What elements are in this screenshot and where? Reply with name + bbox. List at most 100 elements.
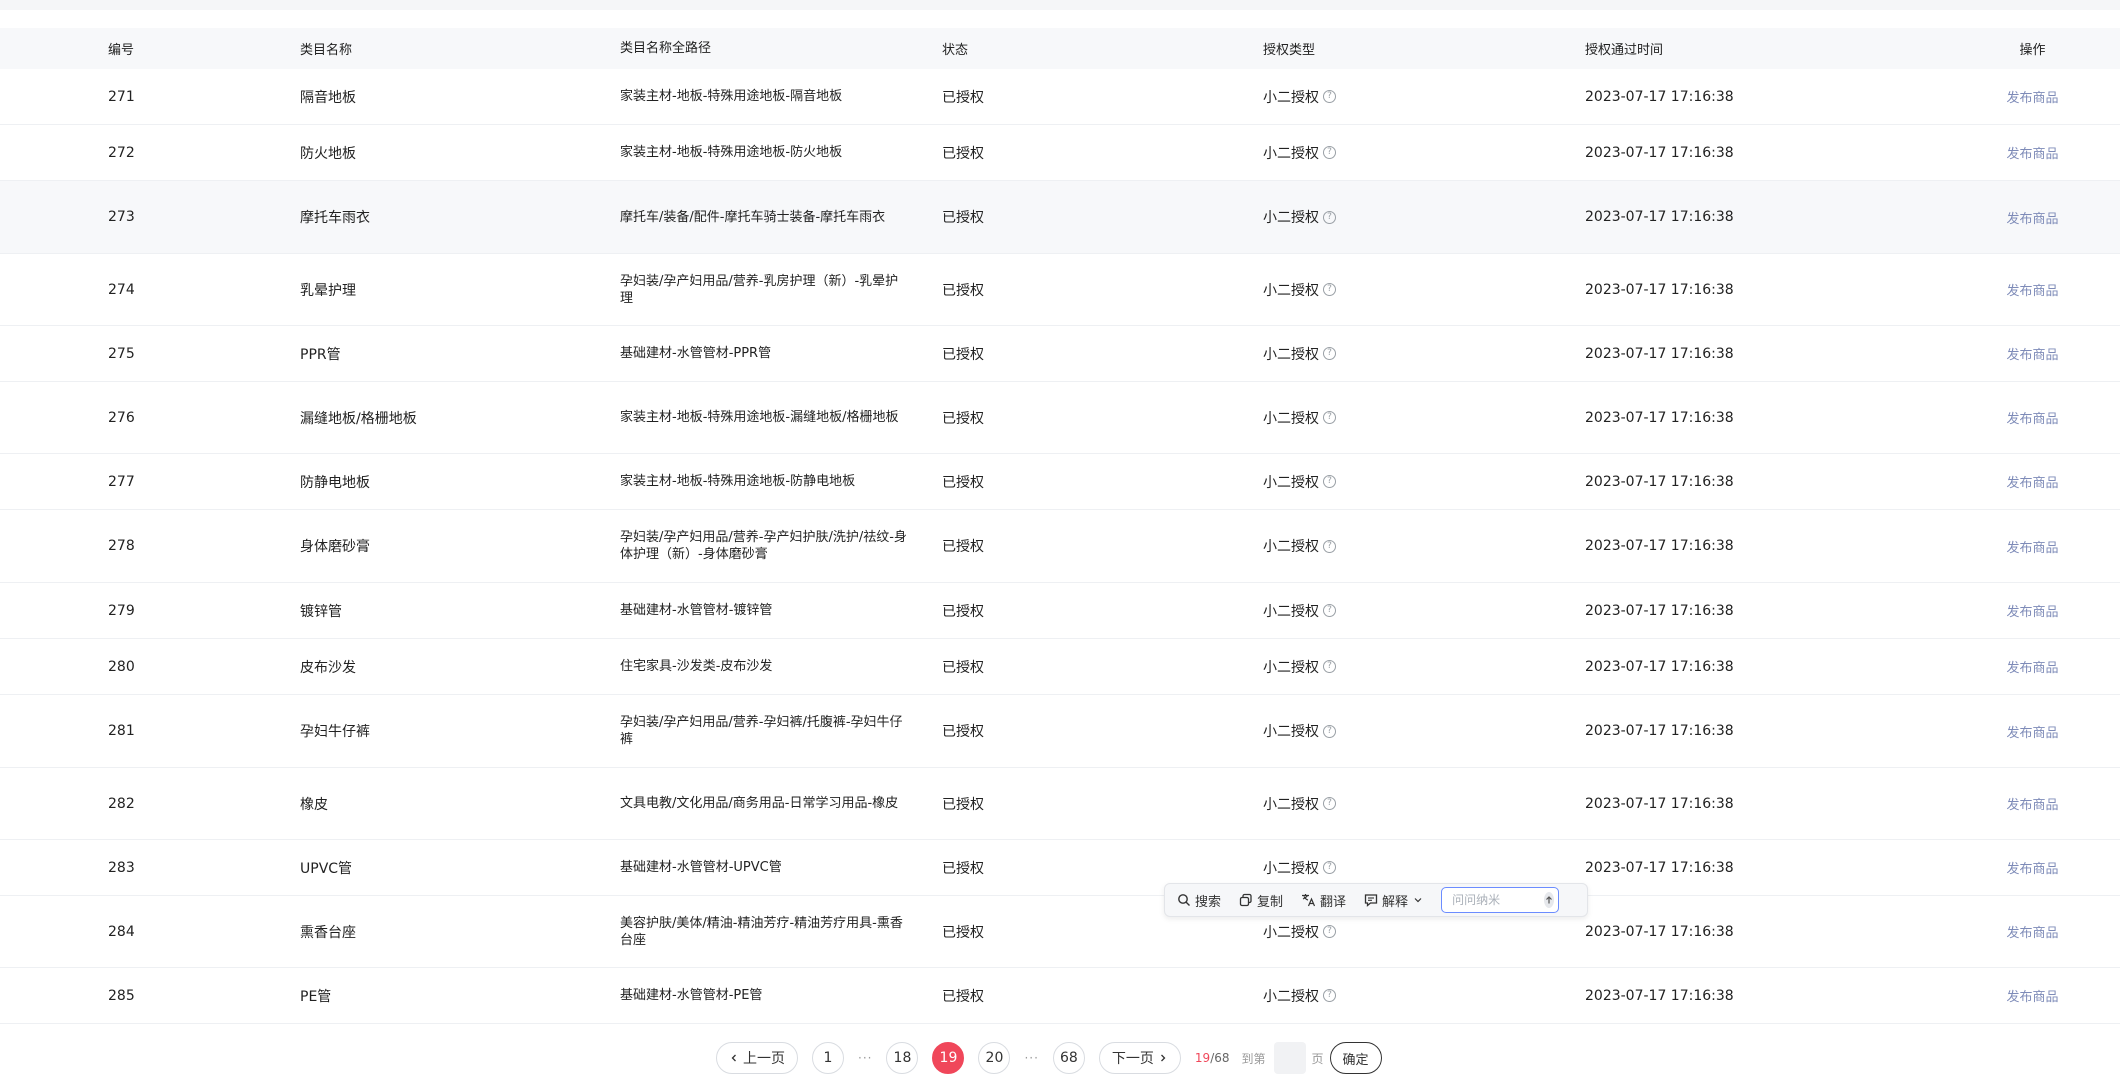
toolbar-copy-label: 复制 [1257,894,1284,910]
help-icon[interactable]: ? [1323,604,1336,617]
cell-id: 276 [108,409,135,426]
cell-auth-time: 2023-07-17 17:16:38 [1585,658,1734,675]
cell-id: 282 [108,795,135,812]
toolbar-explain-button[interactable]: 解释 [1364,891,1427,910]
page-button-68[interactable]: 68 [1052,1042,1085,1074]
cell-auth-type: 小二授权? [1263,601,1585,621]
cell-status: 已授权 [942,89,984,106]
next-page-button[interactable]: 下一页 [1098,1042,1181,1074]
help-icon[interactable]: ? [1323,989,1336,1002]
publish-product-link[interactable]: 发布商品 [2006,476,2058,491]
total-pages: 68 [1214,1051,1230,1065]
toolbar-translate-button[interactable]: 翻译 [1301,891,1346,910]
cell-id: 284 [108,923,135,940]
auth-type-label: 小二授权 [1263,282,1319,299]
cell-id: 275 [108,345,135,362]
page-button-19[interactable]: 19 [932,1042,965,1074]
cell-auth-type: 小二授权? [1263,408,1585,428]
toolbar-explain-label: 解释 [1382,894,1409,910]
cell-op: 发布商品 [1945,344,2120,363]
help-icon[interactable]: ? [1323,411,1336,424]
cell-path: 家装主材-地板-特殊用途地板-防火地板 [620,145,843,160]
cell-op: 发布商品 [1945,280,2120,299]
cell-path: 家装主材-地板-特殊用途地板-防静电地板 [620,474,856,489]
help-icon[interactable]: ? [1323,146,1336,159]
cell-id: 274 [108,281,135,298]
table-row: 285 PE管 基础建材-水管管材-PE管 已授权 小二授权? 2023-07-17 17… [0,968,2120,1024]
toolbar-translate-label: 翻译 [1320,894,1347,910]
help-icon[interactable]: ? [1323,347,1336,360]
auth-type-label: 小二授权 [1263,210,1319,226]
publish-product-link[interactable]: 发布商品 [2006,726,2058,741]
header-op: 操作 [2019,43,2046,58]
publish-product-link[interactable]: 发布商品 [2006,862,2058,877]
pagination: 上一页 1 ··· 18 19 20 ··· 68 下一页 19/68 到第 页… [716,1042,1382,1074]
auth-type-label: 小二授权 [1263,860,1319,877]
page-button-1[interactable]: 1 [812,1042,844,1074]
publish-product-link[interactable]: 发布商品 [2006,541,2058,556]
cell-auth-type: 小二授权? [1263,472,1585,492]
help-icon[interactable]: ? [1323,724,1336,738]
cell-name: 皮布沙发 [300,659,356,676]
goto-page-input[interactable] [1273,1042,1306,1074]
page-button-18[interactable]: 18 [886,1042,919,1074]
cell-auth-time: 2023-07-17 17:16:38 [1585,144,1734,161]
cell-name: 漏缝地板/格栅地板 [300,410,417,427]
toolbar-search-button[interactable]: 搜索 [1177,891,1221,910]
help-icon[interactable]: ? [1323,539,1336,553]
prev-page-button[interactable]: 上一页 [716,1042,798,1074]
publish-product-link[interactable]: 发布商品 [2006,990,2058,1005]
table-row: 276 漏缝地板/格栅地板 家装主材-地板-特殊用途地板-漏缝地板/格栅地板 已授权 小… [0,382,2120,454]
publish-product-link[interactable]: 发布商品 [2006,412,2058,427]
help-icon[interactable]: ? [1323,861,1336,874]
toolbar-copy-button[interactable]: 复制 [1239,891,1283,910]
publish-product-link[interactable]: 发布商品 [2006,798,2058,813]
cell-op: 发布商品 [1945,986,2120,1005]
auth-type-label: 小二授权 [1263,89,1319,106]
publish-product-link[interactable]: 发布商品 [2006,91,2058,106]
cell-name: UPVC管 [300,860,353,877]
auth-type-label: 小二授权 [1263,539,1319,555]
publish-product-link[interactable]: 发布商品 [2006,212,2058,227]
help-icon[interactable]: ? [1323,210,1336,224]
ask-input-wrapper [1441,887,1560,913]
help-icon[interactable]: ? [1323,797,1336,810]
help-icon[interactable]: ? [1323,90,1336,103]
cell-auth-time: 2023-07-17 17:16:38 [1585,538,1734,554]
cell-status: 已授权 [942,210,984,226]
cell-id: 279 [108,602,135,619]
send-icon[interactable] [1544,892,1555,908]
confirm-button[interactable]: 确定 [1329,1042,1382,1074]
page-button-20[interactable]: 20 [978,1042,1011,1074]
help-icon[interactable]: ? [1323,660,1336,673]
auth-type-label: 小二授权 [1263,988,1319,1005]
publish-product-link[interactable]: 发布商品 [2006,661,2058,676]
cell-auth-time: 2023-07-17 17:16:38 [1585,859,1734,876]
publish-product-link[interactable]: 发布商品 [2006,284,2058,299]
cell-auth-time: 2023-07-17 17:16:38 [1585,409,1734,426]
help-icon[interactable]: ? [1323,475,1336,488]
auth-type-label: 小二授权 [1263,724,1319,740]
cell-path: 孕妇装/孕产妇用品/营养-孕产妇护肤/洗护/祛纹-身体护理（新）-身体磨砂膏 [620,530,907,562]
help-icon[interactable]: ? [1323,925,1336,938]
cell-op: 发布商品 [1945,657,2120,676]
table-row: 283 UPVC管 基础建材-水管管材-UPVC管 已授权 小二授权? 2023-07-1… [0,840,2120,896]
cell-auth-time: 2023-07-17 17:16:38 [1585,987,1734,1004]
cell-path: 孕妇装/孕产妇用品/营养-乳房护理（新）-乳晕护理 [620,273,899,306]
publish-product-link[interactable]: 发布商品 [2006,926,2058,941]
help-icon[interactable]: ? [1323,283,1336,296]
cell-id: 278 [108,538,135,554]
cell-id: 272 [108,144,135,161]
table-body: 271 隔音地板 家装主材-地板-特殊用途地板-隔音地板 已授权 小二授权? 2023-0… [0,69,2120,1024]
cell-op: 发布商品 [1945,143,2120,162]
publish-product-link[interactable]: 发布商品 [2006,348,2058,363]
publish-product-link[interactable]: 发布商品 [2006,147,2058,162]
cell-status: 已授权 [942,410,984,427]
header-auth-type: 授权类型 [1263,43,1316,58]
ask-input[interactable] [1450,892,1545,908]
cell-auth-time: 2023-07-17 17:16:38 [1585,345,1734,362]
cell-op: 发布商品 [1945,472,2120,491]
cell-path: 美容护肤/美体/精油-精油芳疗-精油芳疗用具-熏香台座 [620,915,903,948]
header-status: 状态 [942,43,969,58]
publish-product-link[interactable]: 发布商品 [2006,605,2058,620]
